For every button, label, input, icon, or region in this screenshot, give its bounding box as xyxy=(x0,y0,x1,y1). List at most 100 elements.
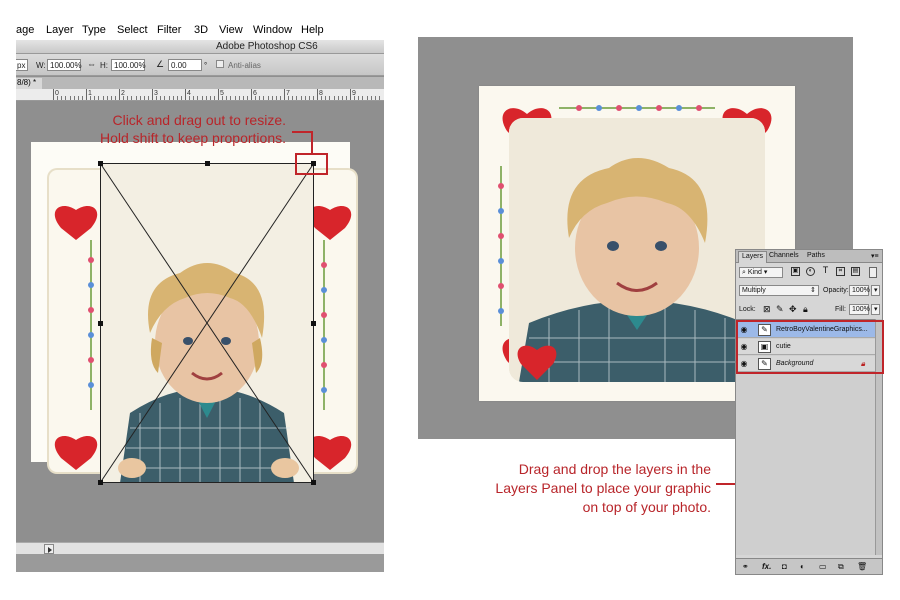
transform-handle-left[interactable] xyxy=(98,321,103,326)
link-icon[interactable]: ⇔ xyxy=(87,59,96,69)
layers-bottom-toolbar: ⚭ fx. ◘ ◐ ▭ ⧉ 🗑︎ xyxy=(736,558,882,574)
ruler-minor-tick xyxy=(354,96,356,100)
fill-input[interactable]: 100% xyxy=(849,304,870,315)
ruler-minor-tick xyxy=(238,96,240,100)
ruler-minor-tick xyxy=(312,96,314,100)
transform-handle-bottom-right[interactable] xyxy=(311,480,316,485)
lock-all-icon[interactable]: 🔒︎ xyxy=(803,304,808,315)
resize-callout-line-1: Click and drag out to resize. xyxy=(112,112,286,128)
layers-highlight xyxy=(736,320,884,374)
angle-input[interactable]: 0.00 xyxy=(168,59,202,71)
menu-image[interactable]: age xyxy=(16,24,34,36)
adjustment-icon[interactable]: ◐ xyxy=(800,562,805,571)
menu-type[interactable]: Type xyxy=(82,24,106,36)
panel-menu-icon[interactable]: ▾≡ xyxy=(868,251,882,263)
ruler-tick xyxy=(284,89,285,100)
ruler-minor-tick xyxy=(147,96,149,100)
ruler-minor-tick xyxy=(106,96,108,100)
layers-callout-line-2: Layers Panel to place your graphic xyxy=(495,480,711,496)
menu-layer[interactable]: Layer xyxy=(46,24,74,36)
horizontal-scrollbar[interactable] xyxy=(16,542,384,554)
horizontal-ruler: 0123456789 xyxy=(16,89,384,101)
blend-row: Multiply ⇕ Opacity: 100% ▾ xyxy=(739,285,880,297)
ruler-minor-tick xyxy=(131,96,133,100)
ruler-minor-tick xyxy=(234,96,236,100)
scroll-right-button[interactable] xyxy=(44,544,54,554)
lock-move-icon[interactable]: ✥ xyxy=(789,304,797,315)
filter-pixel-icon[interactable]: ▣ xyxy=(791,267,800,276)
mask-icon[interactable]: ◘ xyxy=(782,562,787,571)
new-layer-icon[interactable]: ⧉ xyxy=(838,562,844,572)
ruler-minor-tick xyxy=(246,96,248,100)
status-bar xyxy=(16,554,384,572)
document-tab[interactable]: 8/8) * xyxy=(16,77,384,89)
ruler-minor-tick xyxy=(358,96,360,100)
corner-handle-highlight xyxy=(295,153,328,175)
resize-callout: Click and drag out to resize. Hold shift… xyxy=(50,111,286,147)
layers-panel-tabs: Layers Channels Paths ▾≡ xyxy=(736,250,882,263)
result-child-photo xyxy=(509,118,765,382)
floral-border-left xyxy=(54,206,98,470)
menu-select[interactable]: Select xyxy=(117,24,148,36)
valentine-frame-left xyxy=(47,168,103,474)
ruler-minor-tick xyxy=(374,96,376,100)
menu-filter[interactable]: Filter xyxy=(157,24,181,36)
width-input[interactable]: 100.00% xyxy=(47,59,82,71)
filter-type-icon[interactable]: T xyxy=(821,266,830,276)
ruler-minor-tick xyxy=(168,96,170,100)
tab-layers[interactable]: Layers xyxy=(738,251,768,263)
blend-mode-value: Multiply xyxy=(742,287,766,294)
menu-view[interactable]: View xyxy=(219,24,243,36)
transform-handle-bottom-left[interactable] xyxy=(98,480,103,485)
ruler-minor-tick xyxy=(255,96,257,100)
anti-alias-checkbox[interactable] xyxy=(216,60,224,68)
ruler-minor-tick xyxy=(226,96,228,100)
blend-chevron-icon: ⇕ xyxy=(810,287,816,294)
filter-adjustment-icon[interactable]: ◐ xyxy=(806,267,815,276)
lock-transparent-icon[interactable]: ⊠ xyxy=(763,304,771,315)
opacity-input[interactable]: 100% xyxy=(849,285,870,296)
transform-diagonals xyxy=(100,163,314,483)
ruler-minor-tick xyxy=(370,96,372,100)
fill-dropdown-icon[interactable]: ▾ xyxy=(871,304,880,315)
height-input[interactable]: 100.00% xyxy=(111,59,146,71)
lock-brush-icon[interactable]: ✎ xyxy=(776,304,784,315)
menu-3d[interactable]: 3D xyxy=(194,24,208,36)
transform-handle-right[interactable] xyxy=(311,321,316,326)
ruler-minor-tick xyxy=(321,96,323,100)
ruler-minor-tick xyxy=(300,96,302,100)
ruler-minor-tick xyxy=(263,96,265,100)
ruler-minor-tick xyxy=(366,96,368,100)
filter-smart-object-icon[interactable]: ▤ xyxy=(851,267,860,276)
ruler-minor-tick xyxy=(189,96,191,100)
unit-field[interactable]: px xyxy=(16,59,28,71)
menu-help[interactable]: Help xyxy=(301,24,324,36)
lock-label: Lock: xyxy=(739,306,756,313)
blend-mode-select[interactable]: Multiply ⇕ xyxy=(739,285,819,296)
trash-icon[interactable]: 🗑︎ xyxy=(857,562,867,571)
ruler-minor-tick xyxy=(378,96,380,100)
window-title: Adobe Photoshop CS6 xyxy=(216,41,318,52)
ruler-minor-tick xyxy=(279,96,281,100)
menu-window[interactable]: Window xyxy=(253,24,292,36)
opacity-dropdown-icon[interactable]: ▾ xyxy=(871,285,880,296)
folder-icon[interactable]: ▭ xyxy=(819,562,827,571)
ruler-minor-tick xyxy=(362,96,364,100)
transform-handle-top-left[interactable] xyxy=(98,161,103,166)
options-bar: px W: 100.00% ⇔ H: 100.00% ∠ 0.00 ° Anti… xyxy=(16,54,384,76)
ruler-minor-tick xyxy=(333,96,335,100)
filter-toggle[interactable] xyxy=(869,267,877,278)
free-transform-box[interactable] xyxy=(98,161,316,485)
fx-icon[interactable]: fx. xyxy=(762,562,771,571)
chevron-down-icon: ▾ xyxy=(761,269,768,276)
ruler-minor-tick xyxy=(288,96,290,100)
filter-shape-icon[interactable]: ⌗ xyxy=(836,267,845,276)
link-icon[interactable]: ⚭ xyxy=(742,562,749,571)
degree-symbol: ° xyxy=(204,61,208,70)
transform-handle-top[interactable] xyxy=(205,161,210,166)
ruler-minor-tick xyxy=(77,96,79,100)
tab-paths[interactable]: Paths xyxy=(804,251,828,263)
kind-filter-select[interactable]: ⌕ Kind ▾ xyxy=(739,267,783,278)
tab-channels[interactable]: Channels xyxy=(766,251,802,263)
kind-filter-label: Kind xyxy=(747,269,762,276)
